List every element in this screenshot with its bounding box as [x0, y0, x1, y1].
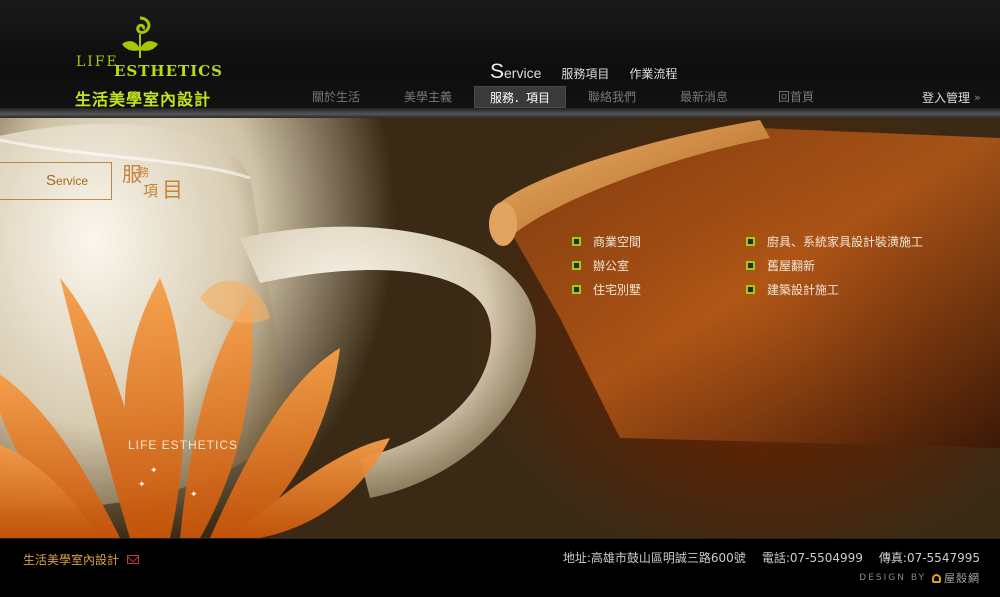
list-item[interactable]: 廚具、系統家具設計裝潢施工 [746, 234, 923, 249]
service-item-label: 商業空間 [593, 235, 642, 249]
nav-item-services[interactable]: 服務．項目 [474, 86, 566, 108]
footer-company-name: 生活美學室內設計 [23, 553, 120, 567]
login-label: 登入管理 [922, 91, 971, 105]
sparkle-icon: ✦ [150, 466, 158, 476]
bullet-square-icon [746, 261, 755, 270]
site-footer: 生活美學室內設計 地址:高雄市鼓山區明誠三路600號 電話:07-5504999… [0, 538, 1000, 597]
hero-banner: Service 服 務 項 目 商業空間 辦公室 住宅別墅 廚具、系統家具設計裝… [0, 118, 1000, 538]
main-navigation: 關於生活 美學主義 服務．項目 聯絡我們 最新消息 回首頁 [290, 86, 842, 108]
nav-item-news[interactable]: 最新消息 [658, 86, 750, 108]
service-title-char-2: 務 [138, 166, 149, 179]
bullet-square-icon [572, 261, 581, 270]
service-item-label: 辦公室 [593, 259, 630, 273]
service-heading-rest: ervice [56, 174, 89, 188]
subnav-section-title: Service [490, 60, 541, 84]
list-item[interactable]: 建築設計施工 [746, 282, 923, 297]
double-chevron-right-icon: » [974, 91, 981, 104]
list-item[interactable]: 商業空間 [572, 234, 641, 249]
subnav-item-services[interactable]: 服務項目 [561, 65, 609, 84]
service-heading-label: Service [46, 172, 88, 189]
service-title-char-3: 項 [143, 182, 159, 200]
service-heading-cap: S [46, 172, 57, 189]
footer-company: 生活美學室內設計 [23, 551, 140, 568]
bullet-square-icon [746, 237, 755, 246]
footer-address: 地址:高雄市鼓山區明誠三路600號 [562, 551, 746, 565]
subnav-title-cap: S [490, 60, 505, 83]
service-item-label: 建築設計施工 [767, 283, 840, 297]
sparkle-icon: ✦ [190, 490, 198, 500]
nav-item-home[interactable]: 回首頁 [750, 86, 842, 108]
footer-contact-info: 地址:高雄市鼓山區明誠三路600號 電話:07-5504999 傳真:07-55… [563, 549, 980, 566]
mail-icon[interactable] [127, 555, 140, 564]
subnav-title-rest: ervice [504, 65, 542, 81]
logo-swirl-icon [122, 16, 158, 58]
footer-design-credit[interactable]: DESIGN BY 屋殼網 [859, 570, 980, 586]
sparkle-icon: ✦ [138, 480, 146, 490]
hero-tagline: LIFE ESTHETICS [128, 438, 239, 452]
service-list-column-2: 廚具、系統家具設計裝潢施工 舊屋翻新 建築設計施工 [746, 234, 923, 297]
list-item[interactable]: 辦公室 [572, 258, 641, 273]
subnav-item-process[interactable]: 作業流程 [629, 65, 677, 84]
design-by-label: DESIGN BY [859, 573, 926, 583]
service-title-char-4: 目 [162, 178, 183, 202]
service-list-column-1: 商業空間 辦公室 住宅別墅 [572, 234, 641, 297]
bullet-square-icon [572, 285, 581, 294]
bullet-square-icon [746, 285, 755, 294]
login-link[interactable]: 登入管理 » [922, 89, 981, 106]
site-header: LIFE ESTHETICS 生活美學室內設計 Service 服務項目 作業流… [0, 0, 1000, 118]
service-item-label: 舊屋翻新 [767, 259, 816, 273]
logo-esthetics-text: ESTHETICS [114, 62, 223, 80]
logo-company-name: 生活美學室內設計 [75, 90, 212, 109]
service-item-label: 住宅別墅 [593, 283, 642, 297]
designer-brand: 屋殼網 [932, 570, 980, 586]
nav-item-contact[interactable]: 聯絡我們 [566, 86, 658, 108]
footer-fax: 傳真:07-5547995 [878, 551, 980, 565]
nav-item-aesthetics[interactable]: 美學主義 [382, 86, 474, 108]
logo-life-text: LIFE [76, 54, 119, 70]
site-logo[interactable]: LIFE ESTHETICS 生活美學室內設計 [62, 14, 222, 110]
house-icon [932, 573, 941, 583]
list-item[interactable]: 住宅別墅 [572, 282, 641, 297]
bullet-square-icon [572, 237, 581, 246]
nav-item-about[interactable]: 關於生活 [290, 86, 382, 108]
footer-phone: 電話:07-5504999 [761, 551, 863, 565]
list-item[interactable]: 舊屋翻新 [746, 258, 923, 273]
sub-navigation: Service 服務項目 作業流程 [490, 58, 677, 84]
service-item-label: 廚具、系統家具設計裝潢施工 [767, 235, 924, 249]
designer-name: 屋殼網 [944, 572, 980, 585]
